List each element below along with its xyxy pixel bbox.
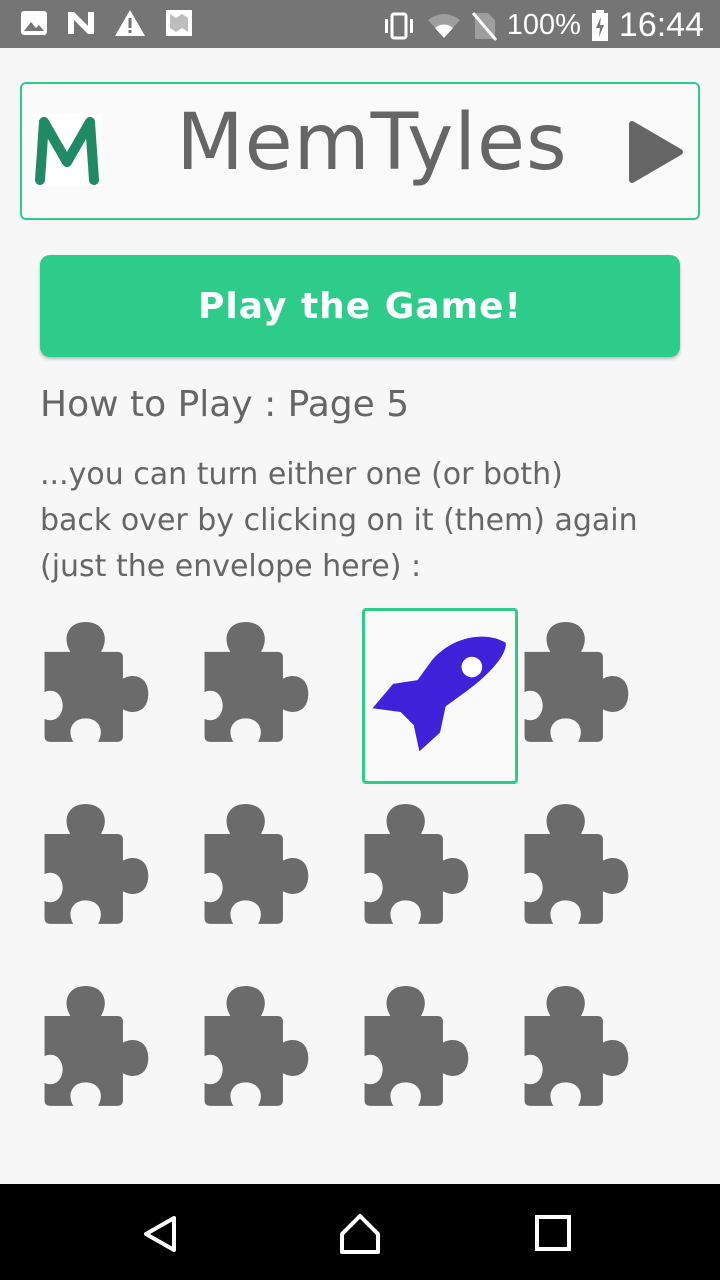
instruction-line: ...you can turn either one (or both) — [40, 457, 563, 492]
tile[interactable] — [360, 974, 516, 1150]
map-icon — [166, 10, 192, 36]
puzzle-piece-icon — [364, 986, 469, 1106]
app-logo — [32, 114, 102, 186]
battery-percent: 100% — [506, 9, 581, 41]
play-game-button[interactable]: Play the Game! — [40, 255, 680, 357]
instruction-line: back over by clicking on it (them) again — [40, 503, 638, 538]
app-header: MemTyles — [20, 82, 700, 220]
puzzle-piece-icon — [524, 986, 629, 1106]
tile[interactable] — [200, 792, 356, 968]
puzzle-piece-icon — [204, 986, 309, 1106]
play-icon[interactable] — [626, 120, 684, 184]
tile[interactable] — [40, 974, 196, 1150]
puzzle-piece-icon — [524, 622, 629, 742]
how-to-play-text: ...you can turn either one (or both) bac… — [40, 452, 700, 590]
navigation-bar — [0, 1184, 720, 1280]
tile[interactable] — [520, 974, 676, 1150]
tile[interactable] — [200, 974, 356, 1150]
tile-selected[interactable] — [362, 608, 518, 784]
n-app-icon — [68, 12, 94, 34]
instruction-line: (just the envelope here) : — [40, 549, 422, 584]
app-title: MemTyles — [176, 98, 568, 188]
puzzle-piece-icon — [44, 804, 149, 924]
puzzle-piece-icon — [204, 622, 309, 742]
battery-charging-icon — [591, 9, 608, 41]
tile[interactable] — [360, 792, 516, 968]
home-icon[interactable] — [338, 1212, 382, 1256]
tile[interactable] — [200, 610, 356, 786]
puzzle-piece-icon — [44, 986, 149, 1106]
tile[interactable] — [40, 792, 196, 968]
no-sim-icon — [471, 11, 497, 41]
back-icon[interactable] — [140, 1214, 180, 1254]
tile[interactable] — [40, 610, 196, 786]
how-to-play-title: How to Play : Page 5 — [40, 384, 410, 425]
status-bar: 100% 16:44 — [0, 0, 720, 48]
puzzle-piece-icon — [204, 804, 309, 924]
image-icon — [21, 11, 47, 35]
wifi-icon — [427, 13, 460, 38]
warning-icon — [115, 10, 145, 36]
puzzle-piece-icon — [524, 804, 629, 924]
tile[interactable] — [520, 610, 676, 786]
recents-icon[interactable] — [534, 1214, 572, 1252]
puzzle-piece-icon — [364, 804, 469, 924]
rocket-icon — [372, 636, 506, 752]
tile[interactable] — [520, 792, 676, 968]
clock: 16:44 — [618, 6, 704, 44]
puzzle-piece-icon — [44, 622, 149, 742]
vibrate-icon — [384, 12, 413, 39]
